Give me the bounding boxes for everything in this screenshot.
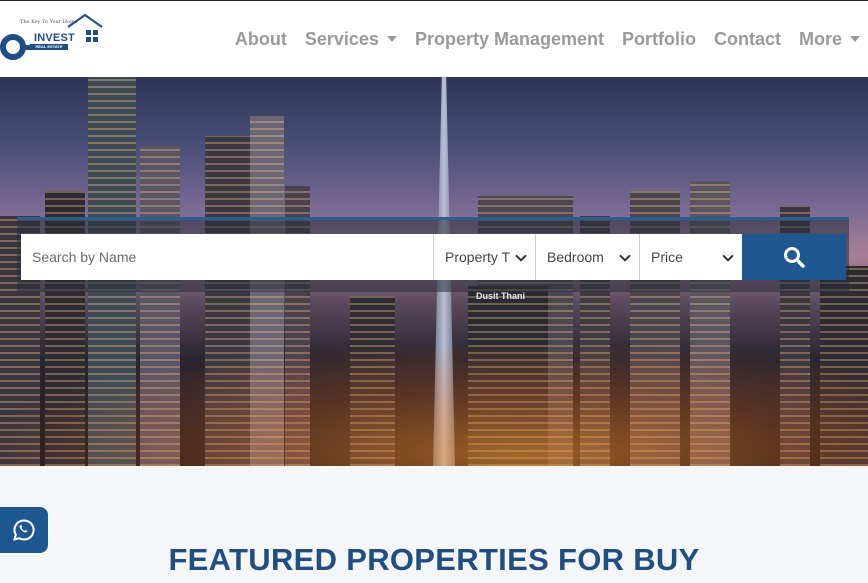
chevron-down-icon: [619, 250, 631, 262]
nav-label: Contact: [713, 28, 781, 49]
nav-about[interactable]: About: [235, 29, 287, 50]
nav-property-management[interactable]: Property Management: [415, 29, 604, 50]
select-value: Price: [651, 249, 683, 265]
search-button[interactable]: [742, 234, 846, 280]
city-lights-glow: [0, 346, 868, 466]
logo-sub: REAL ESTATE: [30, 44, 68, 50]
nav-more[interactable]: More: [799, 29, 860, 50]
logo-brand: INVEST: [34, 32, 75, 44]
section-title: FEATURED PROPERTIES FOR BUY: [168, 542, 700, 577]
chevron-down-icon: [722, 250, 734, 262]
whatsapp-icon: [13, 519, 35, 541]
nav-label: Services: [304, 28, 379, 49]
property-search-bar: Property T Bedroom Price: [17, 217, 849, 292]
select-value: Property T: [445, 249, 511, 265]
chevron-down-icon: [515, 250, 527, 262]
nav-contact[interactable]: Contact: [714, 29, 781, 50]
nav-label: Portfolio: [621, 28, 696, 49]
nav-label: More: [798, 28, 842, 49]
nav-label: About: [234, 28, 287, 49]
price-select[interactable]: Price: [639, 234, 742, 280]
select-value: Bedroom: [547, 249, 604, 265]
property-type-select[interactable]: Property T: [433, 234, 535, 280]
hotel-sign: Dusit Thani: [476, 291, 525, 301]
nav-label: Property Management: [414, 28, 604, 49]
site-logo[interactable]: The Key To Your Home INVEST REAL ESTATE: [0, 11, 110, 69]
search-icon: [784, 247, 805, 268]
search-input[interactable]: [21, 234, 433, 280]
site-header: The Key To Your Home INVEST REAL ESTATE …: [0, 0, 868, 77]
caret-down-icon: [386, 36, 397, 42]
caret-down-icon: [850, 36, 860, 42]
nav-portfolio[interactable]: Portfolio: [622, 29, 696, 50]
bedroom-select[interactable]: Bedroom: [535, 234, 639, 280]
main-nav: About Services Property Management Portf…: [235, 1, 868, 77]
nav-services[interactable]: Services: [305, 29, 397, 50]
